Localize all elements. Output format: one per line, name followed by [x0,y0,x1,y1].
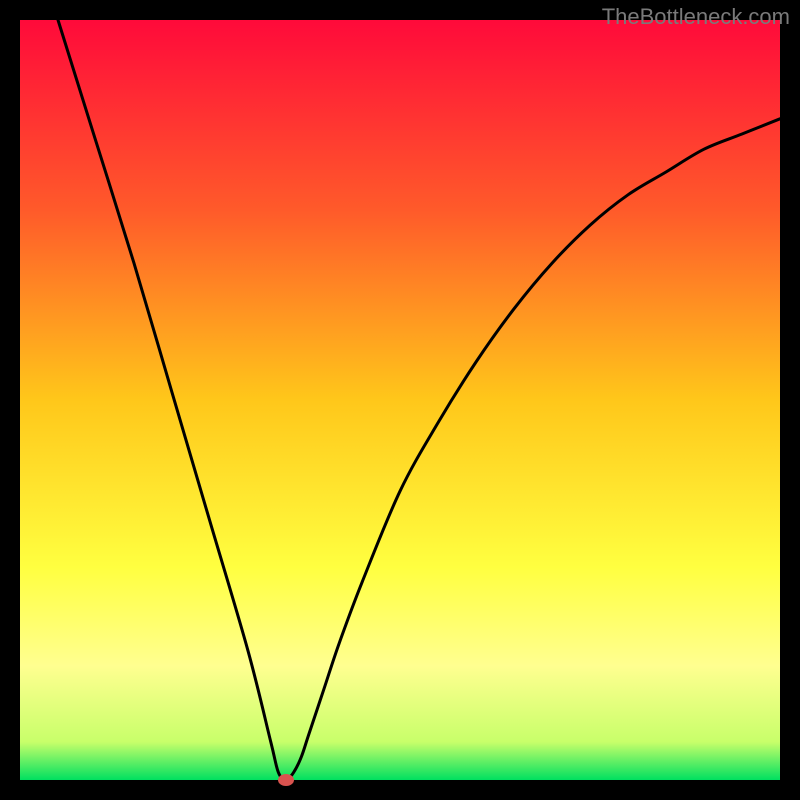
watermark-text: TheBottleneck.com [602,4,790,30]
bottleneck-chart [0,0,800,800]
optimal-point-marker [278,774,294,786]
chart-background [20,20,780,780]
chart-container: TheBottleneck.com [0,0,800,800]
